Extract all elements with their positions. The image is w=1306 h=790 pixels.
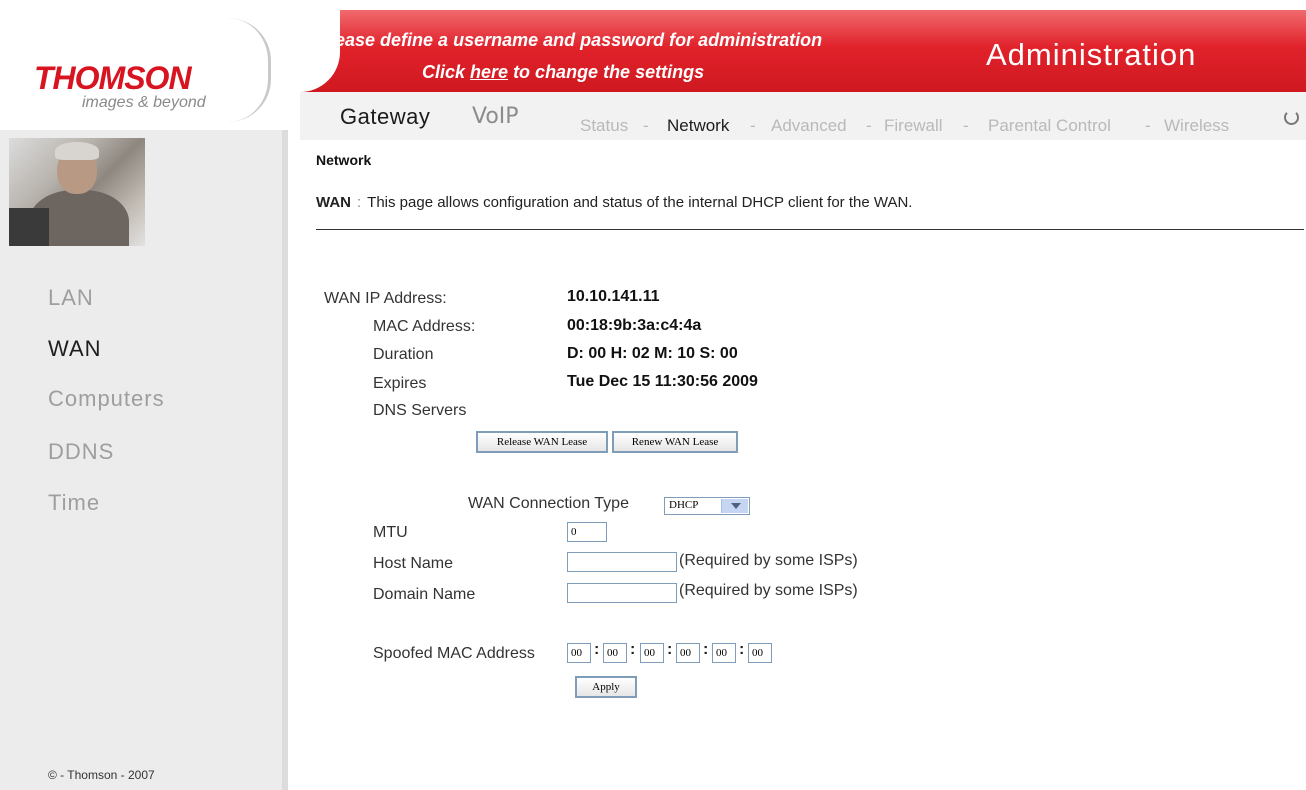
duration-value: D: 00 H: 02 M: 10 S: 00 bbox=[567, 345, 738, 362]
divider bbox=[316, 229, 1304, 230]
tab-voip[interactable]: VoIP bbox=[472, 104, 519, 129]
domain-name-label: Domain Name bbox=[373, 586, 476, 603]
subtab-separator: - bbox=[963, 116, 969, 135]
spoofed-mac-octet-4[interactable] bbox=[676, 643, 700, 663]
spoofed-mac-octet-3[interactable] bbox=[640, 643, 664, 663]
logo-brand: THOMSON bbox=[34, 60, 192, 96]
mac-address-value: 00:18:9b:3a:c4:4a bbox=[567, 317, 702, 334]
duration-label: Duration bbox=[373, 346, 434, 363]
release-wan-lease-button[interactable]: Release WAN Lease bbox=[476, 431, 608, 453]
expires-value: Tue Dec 15 11:30:56 2009 bbox=[567, 373, 758, 390]
chevron-down-icon[interactable] bbox=[721, 499, 748, 513]
renew-wan-lease-button[interactable]: Renew WAN Lease bbox=[612, 431, 738, 453]
mac-address-label: MAC Address: bbox=[373, 318, 476, 335]
subtab-wireless[interactable]: Wireless bbox=[1164, 116, 1229, 136]
section-colon: : bbox=[357, 194, 362, 211]
link-suffix: to change the settings bbox=[508, 62, 705, 82]
mac-separator: : bbox=[594, 641, 600, 658]
page-title: Network bbox=[316, 152, 372, 168]
apply-button[interactable]: Apply bbox=[575, 676, 637, 698]
host-name-label: Host Name bbox=[373, 555, 454, 572]
subtab-separator: - bbox=[643, 116, 649, 135]
copyright: © - Thomson - 2007 bbox=[48, 768, 155, 782]
change-settings-link[interactable]: here bbox=[470, 62, 508, 82]
spoofed-mac-octet-6[interactable] bbox=[748, 643, 772, 663]
domain-name-note: (Required by some ISPs) bbox=[679, 582, 858, 599]
user-photo bbox=[9, 138, 145, 246]
expires-label: Expires bbox=[373, 375, 427, 392]
wan-ip-value: 10.10.141.11 bbox=[567, 288, 660, 305]
mtu-label: MTU bbox=[373, 524, 408, 541]
mac-separator: : bbox=[630, 641, 636, 658]
subtab-firewall[interactable]: Firewall bbox=[884, 116, 943, 136]
tab-gateway[interactable]: Gateway bbox=[340, 104, 430, 130]
page-description: WAN: This page allows configuration and s… bbox=[316, 194, 912, 211]
subtab-network[interactable]: Network bbox=[667, 116, 729, 136]
sidebar-item-time[interactable]: Time bbox=[48, 490, 100, 516]
section-label: WAN bbox=[316, 194, 351, 211]
sidebar-item-lan[interactable]: LAN bbox=[48, 285, 94, 311]
subtab-separator: - bbox=[866, 116, 872, 135]
link-prefix: Click bbox=[422, 62, 471, 82]
subtab-separator: - bbox=[1145, 116, 1151, 135]
spoofed-mac-octet-5[interactable] bbox=[712, 643, 736, 663]
mac-separator: : bbox=[739, 641, 745, 658]
wan-connection-type-label: WAN Connection Type bbox=[468, 495, 629, 512]
spoofed-mac-octet-2[interactable] bbox=[603, 643, 627, 663]
admin-warning-link-line: Click here to change the settings bbox=[422, 62, 704, 82]
host-name-note: (Required by some ISPs) bbox=[679, 552, 858, 569]
sidebar-item-wan[interactable]: WAN bbox=[48, 336, 102, 362]
section-title: Administration bbox=[986, 37, 1197, 72]
subtab-status[interactable]: Status bbox=[580, 116, 628, 136]
subtab-separator: - bbox=[750, 116, 756, 135]
mac-separator: : bbox=[667, 641, 673, 658]
wan-connection-type-select[interactable]: DHCP bbox=[664, 497, 750, 515]
dns-servers-label: DNS Servers bbox=[373, 402, 467, 419]
description-text: This page allows configuration and statu… bbox=[367, 194, 913, 211]
loading-spinner-icon bbox=[1284, 110, 1299, 125]
admin-warning-text: Please define a username and password fo… bbox=[318, 30, 823, 50]
sidebar-item-ddns[interactable]: DDNS bbox=[48, 439, 114, 465]
logo-tagline: images & beyond bbox=[82, 94, 206, 111]
host-name-input[interactable] bbox=[567, 552, 677, 572]
domain-name-input[interactable] bbox=[567, 583, 677, 603]
subtab-advanced[interactable]: Advanced bbox=[771, 116, 847, 136]
spoofed-mac-octet-1[interactable] bbox=[567, 643, 591, 663]
sidebar-item-computers[interactable]: Computers bbox=[48, 386, 165, 412]
mtu-input[interactable] bbox=[567, 522, 607, 542]
wan-ip-label: WAN IP Address: bbox=[324, 290, 447, 307]
mac-separator: : bbox=[703, 641, 709, 658]
wan-connection-type-value: DHCP bbox=[669, 499, 699, 511]
spoofed-mac-label: Spoofed MAC Address bbox=[373, 645, 535, 662]
subtab-parental-control[interactable]: Parental Control bbox=[988, 116, 1111, 136]
